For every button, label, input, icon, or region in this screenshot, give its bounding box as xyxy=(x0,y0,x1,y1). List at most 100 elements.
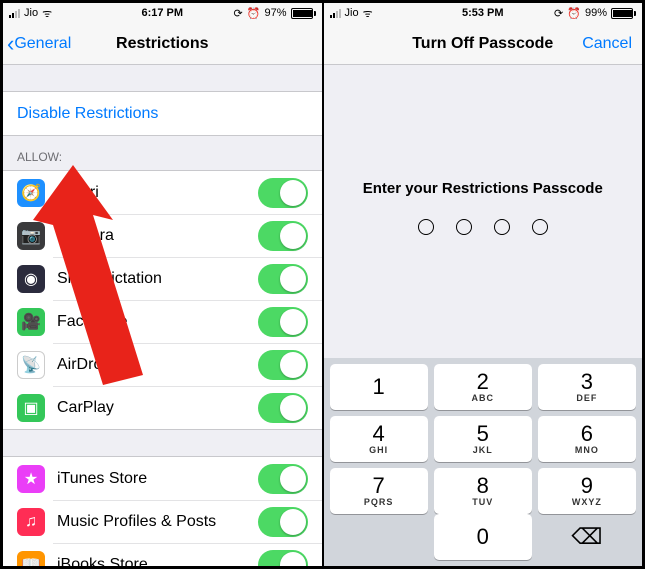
allow-header: ALLOW: xyxy=(3,136,322,170)
app-icon: ♫ xyxy=(17,508,45,536)
key-digit: 9 xyxy=(581,475,593,497)
key-letters: MNO xyxy=(575,445,599,455)
passcode-dot xyxy=(456,219,472,235)
app-label: iBooks Store xyxy=(57,556,258,567)
app-label: iTunes Store xyxy=(57,470,258,488)
key-digit: 7 xyxy=(372,475,384,497)
passcode-dot xyxy=(418,219,434,235)
keypad-key-1[interactable]: 1 xyxy=(330,364,428,410)
app-cell-airdrop: 📡 AirDrop xyxy=(3,343,322,386)
key-digit: 2 xyxy=(477,371,489,393)
alarm-icon: ⏰ xyxy=(247,7,261,20)
passcode-screen: Jio ᯤ 5:53 PM ⟳ ⏰ 99% Turn Off Passcode … xyxy=(324,3,643,566)
nav-bar: Turn Off Passcode Cancel xyxy=(324,23,643,65)
app-icon: 🎥 xyxy=(17,308,45,336)
app-cell-siri-dictation: ◉ Siri & Dictation xyxy=(3,257,322,300)
app-cell-facetime: 🎥 FaceTime xyxy=(3,300,322,343)
lock-icon: ⟳ xyxy=(234,7,243,20)
app-cell-camera: 📷 Camera xyxy=(3,214,322,257)
keypad-key-6[interactable]: 6MNO xyxy=(538,416,636,462)
app-label: FaceTime xyxy=(57,313,258,331)
key-digit: 0 xyxy=(477,526,489,548)
app-cell-safari: 🧭 Safari xyxy=(3,171,322,214)
toggle-switch[interactable] xyxy=(258,393,308,423)
key-digit: 6 xyxy=(581,423,593,445)
passcode-dot xyxy=(532,219,548,235)
wifi-icon: ᯤ xyxy=(363,6,373,21)
keypad-key-0[interactable]: 0 xyxy=(434,514,532,560)
wifi-icon: ᯤ xyxy=(42,6,52,21)
battery-icon xyxy=(611,8,636,19)
key-letters: TUV xyxy=(472,497,493,507)
app-icon: 📖 xyxy=(17,551,45,567)
disable-restrictions-label: Disable Restrictions xyxy=(17,105,308,123)
keypad-key-2[interactable]: 2ABC xyxy=(434,364,532,410)
key-letters: PQRS xyxy=(364,497,394,507)
app-label: Camera xyxy=(57,227,258,245)
passcode-dot xyxy=(494,219,510,235)
toggle-switch[interactable] xyxy=(258,507,308,537)
keypad-key-7[interactable]: 7PQRS xyxy=(330,468,428,514)
app-cell-carplay: ▣ CarPlay xyxy=(3,386,322,429)
app-label: CarPlay xyxy=(57,399,258,417)
app-label: Safari xyxy=(57,184,258,202)
app-label: Music Profiles & Posts xyxy=(57,513,258,531)
battery-percent: 99% xyxy=(585,7,607,19)
toggle-switch[interactable] xyxy=(258,464,308,494)
carrier-label: Jio xyxy=(345,7,359,19)
passcode-content: Enter your Restrictions Passcode 12ABC3D… xyxy=(324,65,643,566)
passcode-prompt: Enter your Restrictions Passcode xyxy=(324,180,643,197)
key-digit: 8 xyxy=(477,475,489,497)
signal-icon xyxy=(9,8,20,18)
content-scroll[interactable]: Disable Restrictions ALLOW: 🧭 Safari 📷 Came… xyxy=(3,65,322,566)
signal-icon xyxy=(330,8,341,18)
keypad-key-4[interactable]: 4GHI xyxy=(330,416,428,462)
key-letters: WXYZ xyxy=(572,497,602,507)
passcode-dots xyxy=(324,219,643,235)
toggle-switch[interactable] xyxy=(258,350,308,380)
key-letters: GHI xyxy=(369,445,388,455)
app-icon: 📡 xyxy=(17,351,45,379)
app-label: AirDrop xyxy=(57,356,258,374)
battery-icon xyxy=(291,8,316,19)
nav-bar: ‹ General Restrictions xyxy=(3,23,322,65)
app-icon: ▣ xyxy=(17,394,45,422)
backspace-icon: ⌫ xyxy=(571,524,602,550)
toggle-switch[interactable] xyxy=(258,178,308,208)
carrier-label: Jio xyxy=(24,7,38,19)
app-icon: ★ xyxy=(17,465,45,493)
app-label: Siri & Dictation xyxy=(57,270,258,288)
app-icon: 🧭 xyxy=(17,179,45,207)
app-icon: ◉ xyxy=(17,265,45,293)
keypad-blank xyxy=(330,514,428,560)
lock-icon: ⟳ xyxy=(554,7,563,20)
keypad-key-3[interactable]: 3DEF xyxy=(538,364,636,410)
key-digit: 1 xyxy=(372,376,384,398)
alarm-icon: ⏰ xyxy=(567,7,581,20)
numeric-keypad: 12ABC3DEF4GHI5JKL6MNO7PQRS8TUV9WXYZ 0 ⌫ xyxy=(324,358,643,566)
nav-title: Restrictions xyxy=(3,35,322,53)
key-digit: 3 xyxy=(581,371,593,393)
app-cell-ibooks-store: 📖 iBooks Store xyxy=(3,543,322,566)
keypad-key-5[interactable]: 5JKL xyxy=(434,416,532,462)
toggle-switch[interactable] xyxy=(258,264,308,294)
key-letters: DEF xyxy=(576,393,597,403)
toggle-switch[interactable] xyxy=(258,221,308,251)
restrictions-screen: Jio ᯤ 6:17 PM ⟳ ⏰ 97% ‹ General Restrict… xyxy=(3,3,324,566)
battery-percent: 97% xyxy=(264,7,286,19)
cancel-button[interactable]: Cancel xyxy=(582,35,632,53)
app-cell-itunes-store: ★ iTunes Store xyxy=(3,457,322,500)
disable-restrictions-cell[interactable]: Disable Restrictions xyxy=(3,92,322,135)
toggle-switch[interactable] xyxy=(258,550,308,567)
key-letters: JKL xyxy=(473,445,493,455)
app-icon: 📷 xyxy=(17,222,45,250)
status-bar: Jio ᯤ 5:53 PM ⟳ ⏰ 99% xyxy=(324,3,643,23)
toggle-switch[interactable] xyxy=(258,307,308,337)
key-digit: 4 xyxy=(372,423,384,445)
app-cell-music-profiles-posts: ♫ Music Profiles & Posts xyxy=(3,500,322,543)
key-digit: 5 xyxy=(477,423,489,445)
keypad-backspace[interactable]: ⌫ xyxy=(538,514,636,560)
keypad-key-9[interactable]: 9WXYZ xyxy=(538,468,636,514)
status-bar: Jio ᯤ 6:17 PM ⟳ ⏰ 97% xyxy=(3,3,322,23)
keypad-key-8[interactable]: 8TUV xyxy=(434,468,532,514)
